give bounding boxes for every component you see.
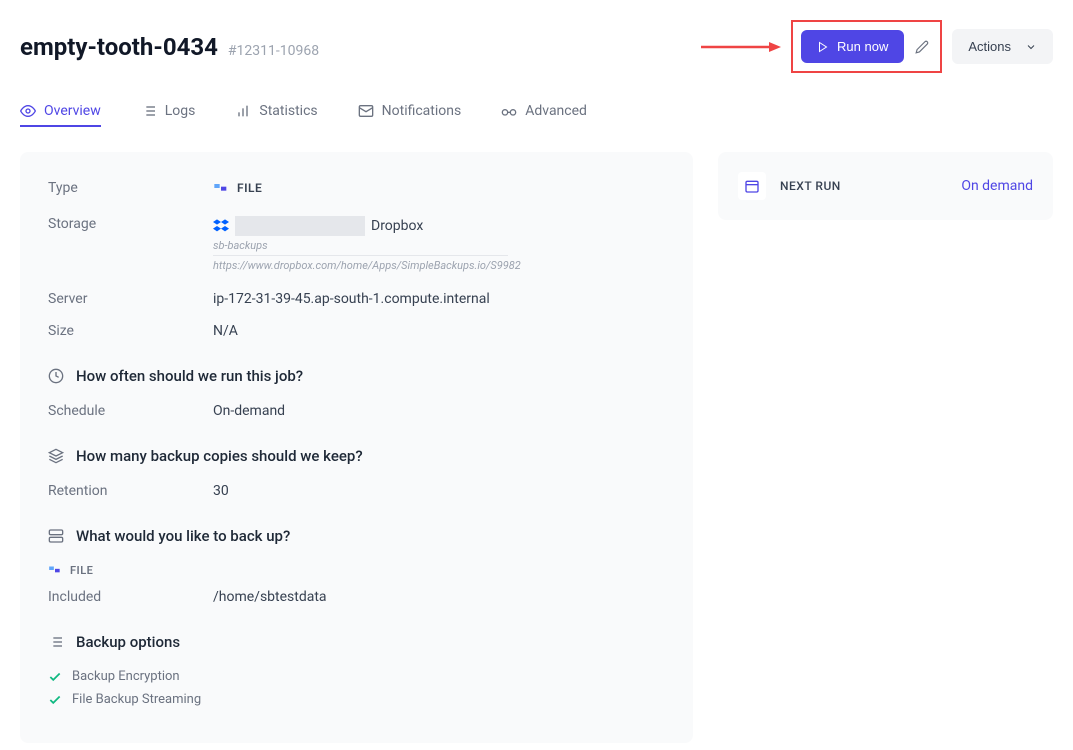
check-icon <box>48 693 62 707</box>
server-icon <box>48 528 64 544</box>
layers-icon <box>48 448 64 464</box>
actions-dropdown[interactable]: Actions <box>952 29 1053 64</box>
run-now-label: Run now <box>837 39 888 54</box>
file-mini-badge: FILE <box>48 563 665 577</box>
page-title: empty-tooth-0434 <box>20 33 218 61</box>
tab-logs[interactable]: Logs <box>141 103 196 127</box>
next-run-value[interactable]: On demand <box>961 178 1033 194</box>
tabs: Overview Logs Statistics Notifications A… <box>20 103 1053 127</box>
storage-label: Storage <box>48 216 213 232</box>
tab-notifications[interactable]: Notifications <box>358 103 462 127</box>
options-section-header: Backup options <box>48 633 665 651</box>
page-id: #12311-10968 <box>228 43 319 59</box>
option-encryption: Backup Encryption <box>48 669 665 684</box>
list-icon <box>141 103 157 119</box>
size-label: Size <box>48 323 213 339</box>
schedule-value: On-demand <box>213 403 285 419</box>
storage-url: https://www.dropbox.com/home/Apps/Simple… <box>213 256 508 275</box>
type-badge: FILE <box>213 180 262 196</box>
next-run-card: NEXT RUN On demand <box>718 152 1053 220</box>
eye-icon <box>20 103 36 119</box>
redacted-storage-name <box>235 216 365 236</box>
retention-section-header: How many backup copies should we keep? <box>48 447 665 465</box>
list-icon <box>48 634 64 650</box>
file-icon <box>213 180 229 196</box>
details-panel: Type FILE Storage Dropbox sb-backups htt… <box>20 152 693 743</box>
tab-overview[interactable]: Overview <box>20 103 101 127</box>
included-label: Included <box>48 589 213 605</box>
annotation-arrow <box>701 37 781 57</box>
backup-section-header: What would you like to back up? <box>48 527 665 545</box>
retention-value: 30 <box>213 483 229 499</box>
bar-chart-icon <box>235 103 251 119</box>
glasses-icon <box>501 103 517 119</box>
retention-label: Retention <box>48 483 213 499</box>
schedule-label: Schedule <box>48 403 213 419</box>
check-icon <box>48 670 62 684</box>
pencil-icon <box>915 40 929 54</box>
storage-bucket: sb-backups <box>213 236 508 256</box>
dropbox-icon <box>213 218 229 234</box>
calendar-icon <box>738 172 766 200</box>
server-value: ip-172-31-39-45.ap-south-1.compute.inter… <box>213 291 490 307</box>
edit-button[interactable] <box>912 37 932 57</box>
server-label: Server <box>48 291 213 307</box>
size-value: N/A <box>213 323 238 339</box>
type-label: Type <box>48 180 213 196</box>
tab-statistics[interactable]: Statistics <box>235 103 317 127</box>
included-value: /home/sbtestdata <box>213 589 327 605</box>
mail-icon <box>358 103 374 119</box>
schedule-section-header: How often should we run this job? <box>48 367 665 385</box>
run-now-button[interactable]: Run now <box>801 30 904 63</box>
chevron-down-icon <box>1025 41 1037 53</box>
actions-label: Actions <box>968 39 1011 54</box>
highlight-box: Run now <box>791 20 942 73</box>
page-title-group: empty-tooth-0434 #12311-10968 <box>20 33 319 61</box>
option-streaming: File Backup Streaming <box>48 692 665 707</box>
next-run-label: NEXT RUN <box>780 179 841 193</box>
storage-value: Dropbox <box>371 218 423 234</box>
play-icon <box>817 41 829 53</box>
clock-icon <box>48 368 64 384</box>
tab-advanced[interactable]: Advanced <box>501 103 587 127</box>
file-icon <box>48 563 62 577</box>
